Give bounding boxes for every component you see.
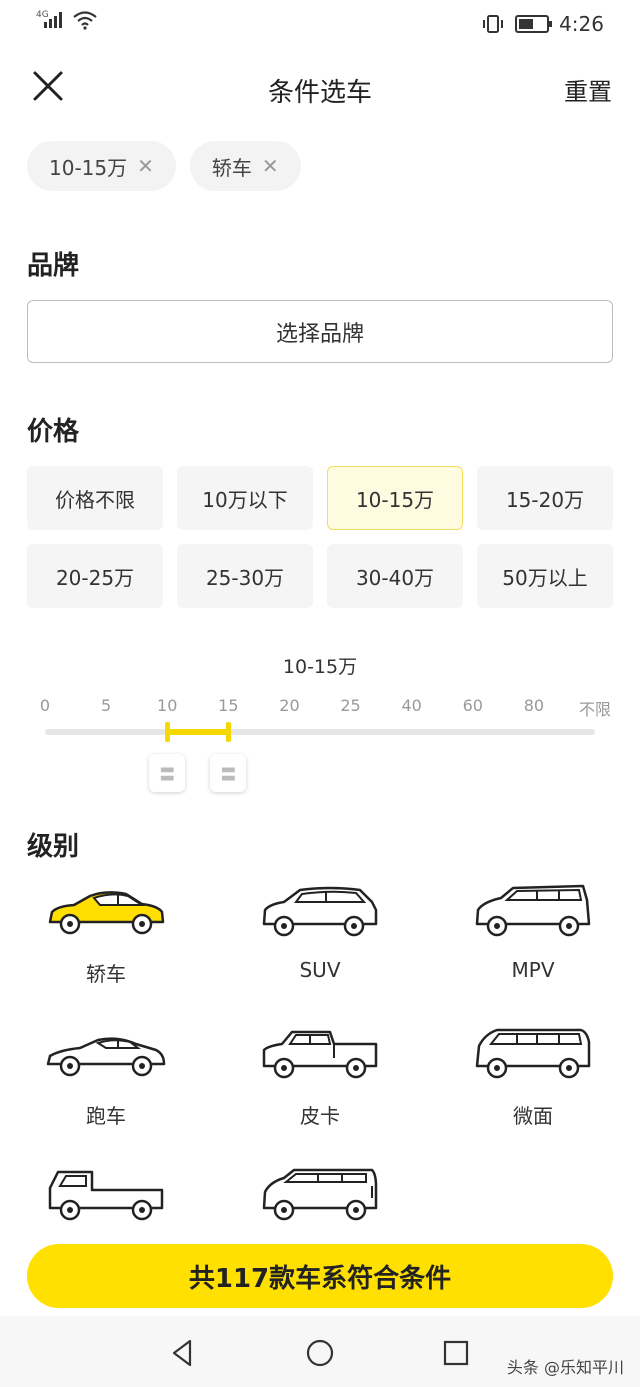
scale-tick: 10: [157, 696, 178, 715]
mpv-icon: [475, 884, 591, 937]
level-label: 微面: [513, 1104, 553, 1128]
reset-button[interactable]: 重置: [564, 72, 612, 107]
van-icon: [262, 1168, 378, 1221]
level-label: MPV: [511, 958, 555, 982]
scale-tick: 15: [218, 696, 239, 715]
watermark: 头条 @乐知平川: [506, 1358, 624, 1377]
price-option[interactable]: 价格不限: [27, 466, 163, 530]
battery-level: [519, 19, 534, 29]
scale-tick: 40: [401, 696, 422, 715]
header: 条件选车 重置: [0, 58, 640, 118]
back-icon[interactable]: [168, 1338, 198, 1368]
level-label: 轿车: [86, 962, 126, 986]
price-range-label: 10-15万: [282, 656, 358, 678]
scale-tick: 60: [462, 696, 483, 715]
price-scale: 0 5 10 15 20 25 40 60 80 不限: [40, 696, 611, 719]
status-bar: 4G 4:26: [0, 0, 640, 48]
signal-area: 4G: [36, 10, 98, 30]
price-option[interactable]: 10万以下: [177, 466, 313, 530]
level-label: SUV: [299, 958, 341, 982]
price-section-title: 价格: [27, 417, 80, 447]
price-option[interactable]: 50万以上: [477, 544, 613, 608]
scale-tick: 80: [523, 696, 545, 715]
minivan-icon: [475, 1028, 591, 1079]
light-truck-icon: [48, 1170, 164, 1221]
vibrate-icon: [483, 15, 504, 33]
price-option[interactable]: 15-20万: [477, 466, 613, 530]
price-option[interactable]: 30-40万: [327, 544, 463, 608]
level-label: 跑车: [86, 1104, 126, 1128]
page-title: 条件选车: [267, 78, 372, 108]
brand-section-title: 品牌: [27, 251, 80, 281]
home-icon[interactable]: [305, 1338, 335, 1368]
drag-icon: 〓: [220, 765, 237, 784]
suv-icon: [262, 886, 378, 937]
network-type: 4G: [36, 10, 49, 20]
price-slider-track[interactable]: [45, 722, 595, 742]
sports-car-icon: [46, 1037, 166, 1077]
slider-handle-max[interactable]: 〓: [210, 754, 247, 792]
level-section-title: 级别: [27, 832, 80, 862]
price-option[interactable]: 25-30万: [177, 544, 313, 608]
level-option-pickup[interactable]: 皮卡: [240, 1022, 400, 1152]
scale-tick: 20: [279, 696, 300, 715]
scale-tick: 不限: [578, 700, 612, 719]
remove-icon[interactable]: ✕: [262, 154, 279, 178]
show-results-button[interactable]: 共117款车系符合条件: [27, 1244, 613, 1308]
filter-chip-label: 10-15万: [49, 155, 128, 180]
level-option-minivan[interactable]: 微面: [453, 1022, 613, 1152]
pickup-icon: [262, 1030, 378, 1079]
filter-chip-label: 轿车: [211, 155, 252, 180]
level-option-sports-car[interactable]: 跑车: [26, 1022, 186, 1152]
remove-icon[interactable]: ✕: [137, 154, 154, 178]
level-option-mpv[interactable]: MPV: [453, 880, 613, 1010]
slider-cap-low: [165, 722, 171, 742]
battery-icon: [515, 15, 553, 33]
scale-tick: 25: [340, 696, 361, 715]
price-option[interactable]: 20-25万: [27, 544, 163, 608]
price-slider-range: [167, 729, 229, 735]
slider-cap-high: [226, 722, 232, 742]
slider-handle-min[interactable]: 〓: [149, 754, 186, 792]
level-label: 皮卡: [300, 1104, 340, 1128]
status-right: 4:26: [481, 12, 604, 36]
filter-chip-price[interactable]: 10-15万 ✕: [27, 141, 176, 191]
sedan-icon: [48, 891, 165, 935]
select-brand-button[interactable]: 选择品牌: [27, 300, 613, 363]
filter-chips: 10-15万 ✕ 轿车 ✕: [27, 141, 301, 191]
filter-chip-level[interactable]: 轿车 ✕: [189, 141, 301, 191]
drag-icon: 〓: [159, 765, 176, 784]
recents-icon[interactable]: [441, 1338, 471, 1368]
system-nav-bar: 头条 @乐知平川: [0, 1316, 640, 1387]
level-option-sedan[interactable]: 轿车: [26, 880, 186, 1010]
price-options: 价格不限 10万以下 10-15万 15-20万 20-25万 25-30万 3…: [27, 466, 613, 608]
wifi-icon: [73, 11, 97, 30]
status-time: 4:26: [559, 12, 604, 36]
scale-tick: 0: [39, 696, 51, 715]
level-option-suv[interactable]: SUV: [240, 880, 400, 1010]
scale-tick: 5: [101, 696, 112, 715]
price-option[interactable]: 10-15万: [327, 466, 463, 530]
